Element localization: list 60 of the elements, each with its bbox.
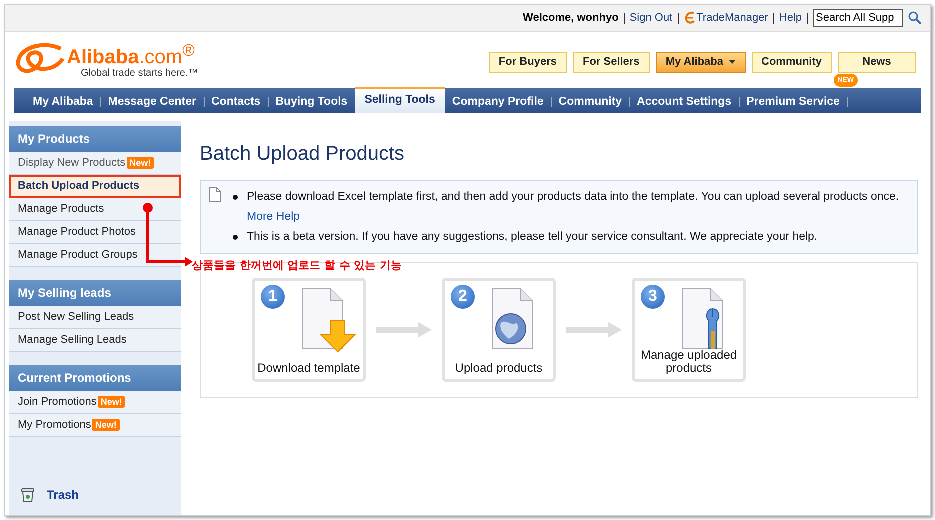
annotation-arrow bbox=[143, 203, 193, 269]
step-card[interactable]: 1 Download template bbox=[252, 278, 366, 382]
sidebar-item[interactable]: Batch Upload Products bbox=[9, 175, 181, 198]
sidebar-item[interactable]: Manage Product Groups bbox=[9, 244, 181, 267]
nav-tab[interactable]: Selling Tools bbox=[354, 87, 446, 113]
sidebar-item[interactable]: Post New Selling Leads bbox=[9, 306, 181, 329]
step-label: Manage uploaded products bbox=[640, 349, 738, 375]
top-link[interactable]: Help bbox=[779, 12, 802, 24]
sidebar-item[interactable]: Manage Products bbox=[9, 198, 181, 221]
step-card[interactable]: 2 Upload products bbox=[442, 278, 556, 382]
sidebar-item[interactable]: Join Promotions New! bbox=[9, 391, 181, 414]
step-number: 2 bbox=[451, 285, 475, 309]
bullet-icon bbox=[233, 195, 238, 200]
search-field[interactable]: Search All Supp bbox=[813, 9, 903, 27]
header-button[interactable]: My Alibaba bbox=[656, 52, 746, 72]
nav-tab[interactable]: Account Settings bbox=[630, 91, 739, 113]
nav-tab[interactable]: My Alibaba bbox=[26, 91, 100, 113]
document-icon bbox=[209, 187, 222, 203]
step-card[interactable]: 3 Manage uploaded products bbox=[632, 278, 746, 382]
trash-link[interactable]: Trash bbox=[47, 488, 80, 502]
new-badge: New! bbox=[98, 396, 126, 408]
page-title: Batch Upload Products bbox=[200, 143, 406, 166]
annotation-text: 상품들을 한꺼번에 업로드 할 수 있는 기능 bbox=[192, 258, 402, 273]
step-label: Download template bbox=[258, 362, 360, 375]
new-badge: New! bbox=[92, 419, 120, 431]
swoosh-e-icon bbox=[684, 11, 696, 25]
nav-tab[interactable]: Message Center bbox=[101, 91, 204, 113]
more-help-link[interactable]: More Help bbox=[247, 211, 300, 223]
tagline: Global trade starts here.™ bbox=[81, 68, 198, 79]
nav-tab[interactable]: Premium Service bbox=[740, 91, 847, 113]
search-icon[interactable] bbox=[908, 11, 922, 25]
bullet-icon bbox=[233, 235, 238, 240]
sidebar-item[interactable]: My Promotions New! bbox=[9, 414, 181, 437]
section-header: Current Promotions bbox=[9, 365, 181, 391]
new-badge: New! bbox=[126, 157, 154, 169]
nav-tab[interactable]: Community bbox=[552, 91, 630, 113]
arrow-icon bbox=[566, 322, 622, 338]
section-header: My Selling leads bbox=[9, 280, 181, 306]
sidebar-item[interactable]: Display New Products New! bbox=[9, 152, 181, 175]
section-header: My Products bbox=[9, 126, 181, 152]
header-button[interactable]: Community bbox=[752, 52, 832, 72]
header-button[interactable]: For Sellers bbox=[572, 52, 650, 72]
top-link[interactable]: Sign Out bbox=[630, 12, 673, 24]
header-button[interactable]: News bbox=[838, 52, 916, 72]
arrow-icon bbox=[376, 322, 432, 338]
notice-text: This is a beta version. If you have any suggestions, please tell your service consultant. We appreciate your help. bbox=[247, 231, 818, 243]
nav-tab[interactable]: Buying Tools bbox=[268, 91, 355, 113]
step-number: 3 bbox=[641, 285, 665, 309]
trademanager-link[interactable]: TradeManager bbox=[696, 12, 768, 24]
header-button[interactable]: For Buyers bbox=[488, 52, 567, 72]
step-label: Upload products bbox=[455, 362, 543, 375]
sidebar-item[interactable]: Manage Product Photos bbox=[9, 221, 181, 244]
brand-name: Alibaba.com$^{®}$ bbox=[67, 41, 195, 68]
nav-tab[interactable]: Company Profile bbox=[445, 91, 551, 113]
notice-text: Please download Excel template first, and then add your products data into the template. You can upload several products once. bbox=[247, 191, 900, 203]
sidebar-item[interactable]: Manage Selling Leads bbox=[9, 329, 181, 352]
step-number: 1 bbox=[261, 285, 285, 309]
welcome-text: Welcome, wonhyo bbox=[523, 12, 619, 24]
nav-tab[interactable]: Contacts bbox=[204, 91, 268, 113]
trash-can-icon bbox=[21, 487, 35, 503]
